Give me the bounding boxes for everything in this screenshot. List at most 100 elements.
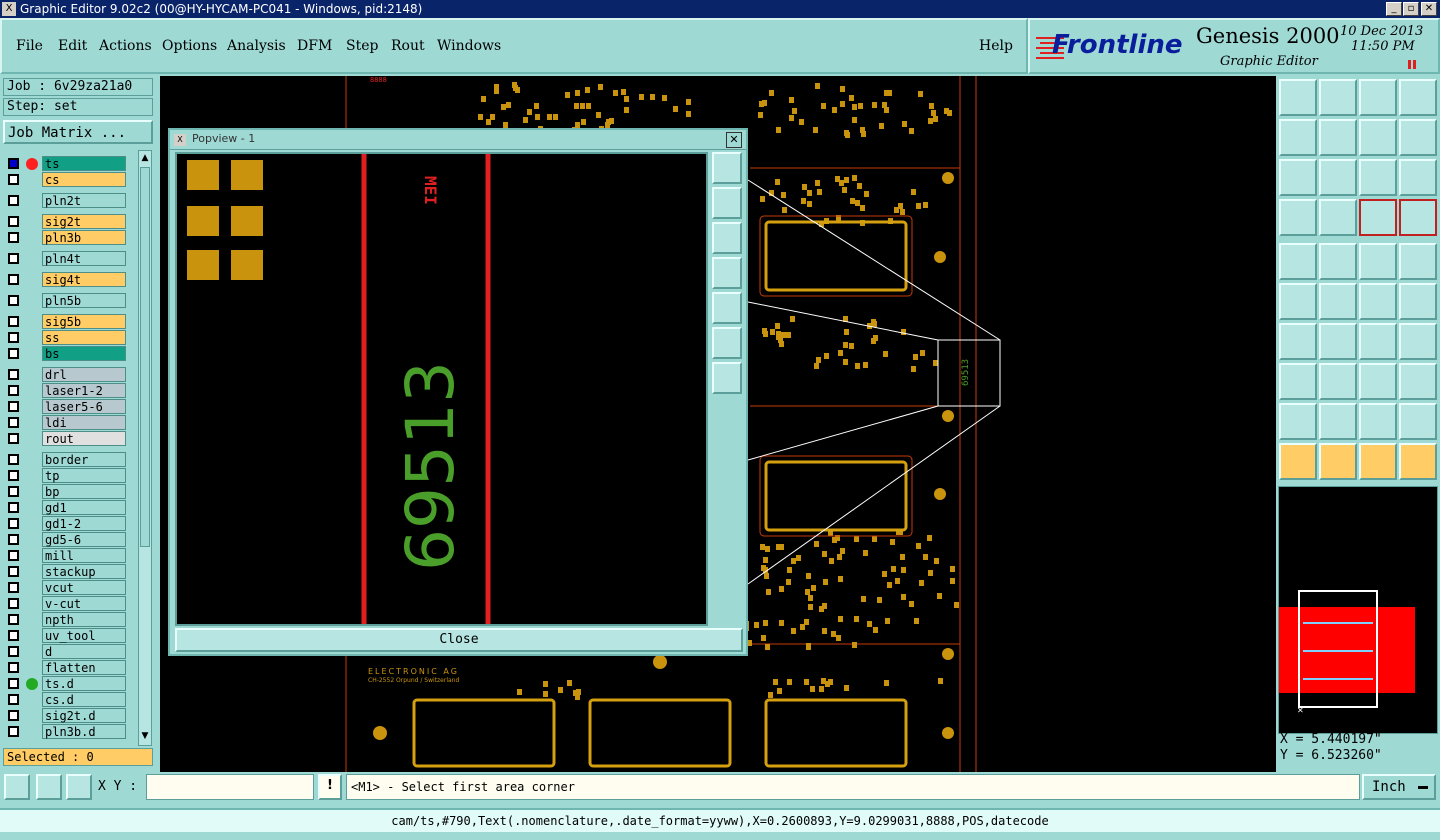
layer-name[interactable]: laser1-2 <box>42 383 126 398</box>
layer-name[interactable]: rout <box>42 431 126 446</box>
layer-name[interactable]: vcut <box>42 580 126 595</box>
measure-icon[interactable] <box>36 774 62 800</box>
popview-pan-down-icon[interactable] <box>712 222 742 254</box>
snap-point-icon[interactable] <box>1359 283 1397 320</box>
layer-checkbox[interactable] <box>8 598 19 609</box>
minimize-button[interactable]: _ <box>1386 2 1402 16</box>
layer-checkbox[interactable] <box>8 216 19 227</box>
grid-icon[interactable] <box>1319 199 1357 236</box>
layer-checkbox[interactable] <box>8 566 19 577</box>
layer-checkbox[interactable] <box>8 369 19 380</box>
menu-actions[interactable]: Actions <box>99 38 152 54</box>
layer-checkbox[interactable] <box>8 630 19 641</box>
layer-row[interactable]: laser5-6 <box>6 399 126 415</box>
layer-name[interactable]: flatten <box>42 660 126 675</box>
zoom-out-icon[interactable] <box>1319 119 1357 156</box>
zoom-window-icon[interactable] <box>4 774 30 800</box>
layer-name[interactable]: ts.d <box>42 676 126 691</box>
layer-name[interactable]: pln5b <box>42 293 126 308</box>
maximize-button[interactable]: ▫ <box>1403 2 1419 16</box>
layer-name[interactable]: npth <box>42 612 126 627</box>
layer-row[interactable]: rout <box>6 431 126 447</box>
layer-row[interactable]: sig2t <box>6 214 126 230</box>
popview-close-button[interactable]: Close <box>175 628 743 652</box>
layer-checkbox[interactable] <box>8 694 19 705</box>
layer-checkbox[interactable] <box>8 710 19 721</box>
layer-row[interactable]: bs <box>6 346 126 362</box>
layer-row[interactable]: sig4t <box>6 272 126 288</box>
select-box-icon[interactable] <box>1319 443 1357 480</box>
layer-row[interactable]: vcut <box>6 580 126 596</box>
pause-icon[interactable] <box>1408 60 1416 69</box>
layer-checkbox[interactable] <box>8 433 19 444</box>
alert-icon[interactable]: ! <box>318 774 342 800</box>
layer-name[interactable]: bp <box>42 484 126 499</box>
layer-name[interactable]: sig5b <box>42 314 126 329</box>
layer-checkbox[interactable] <box>8 385 19 396</box>
layer-row[interactable]: ts <box>6 156 126 172</box>
layer-checkbox[interactable] <box>8 582 19 593</box>
layer-name[interactable]: uv_tool <box>42 628 126 643</box>
layer-row[interactable]: pln3b.d <box>6 724 126 740</box>
layer-name[interactable]: pln3b <box>42 230 126 245</box>
layer-name[interactable]: border <box>42 452 126 467</box>
center-icon[interactable] <box>1319 159 1357 196</box>
layer-name[interactable]: cs.d <box>42 692 126 707</box>
layer-name[interactable]: ldi <box>42 415 126 430</box>
layer-row[interactable]: gd1 <box>6 500 126 516</box>
layer-name[interactable]: d <box>42 644 126 659</box>
arc-icon[interactable] <box>1359 323 1397 360</box>
layer-row[interactable]: stackup <box>6 564 126 580</box>
overview-map[interactable]: ✕ <box>1278 486 1438 734</box>
move-pad-icon[interactable] <box>1279 363 1317 400</box>
menu-help[interactable]: Help <box>979 38 1013 54</box>
layer-row[interactable]: cs <box>6 172 126 188</box>
layer-row[interactable]: ldi <box>6 415 126 431</box>
undo-zoom-icon[interactable] <box>1359 119 1397 156</box>
layer-row[interactable]: drl <box>6 367 126 383</box>
layer-checkbox[interactable] <box>8 232 19 243</box>
layer-row[interactable]: cs.d <box>6 692 126 708</box>
add-line-icon[interactable] <box>1319 243 1357 280</box>
menu-dfm[interactable]: DFM <box>297 38 332 54</box>
layer-name[interactable]: pln2t <box>42 193 126 208</box>
layer-name[interactable]: sig2t <box>42 214 126 229</box>
menu-windows[interactable]: Windows <box>437 38 501 54</box>
scroll-up-icon[interactable]: ▲ <box>140 153 150 163</box>
layer-row[interactable]: ts.d <box>6 676 126 692</box>
popview-pan-left-icon[interactable] <box>712 257 742 289</box>
layer-name[interactable]: bs <box>42 346 126 361</box>
layer-name[interactable]: cs <box>42 172 126 187</box>
layer-checkbox[interactable] <box>8 550 19 561</box>
popview-pan-right-icon[interactable] <box>712 292 742 324</box>
popview-drawing[interactable]: MEI 69513 <box>177 154 706 624</box>
settings-icon[interactable] <box>1279 199 1317 236</box>
popview-close-icon[interactable]: ✕ <box>726 132 742 148</box>
layer-checkbox[interactable] <box>8 174 19 185</box>
group-icon[interactable] <box>1399 363 1437 400</box>
layer-checkbox[interactable] <box>8 332 19 343</box>
layer-row[interactable]: gd1-2 <box>6 516 126 532</box>
layer-row[interactable]: sig5b <box>6 314 126 330</box>
text-tool-icon[interactable] <box>1399 323 1437 360</box>
layer-checkbox[interactable] <box>8 401 19 412</box>
save-icon[interactable] <box>1319 79 1357 116</box>
layer-row[interactable]: d <box>6 644 126 660</box>
select-arrow-icon[interactable] <box>1359 443 1397 480</box>
menu-file[interactable]: File <box>16 38 43 54</box>
layer-checkbox[interactable] <box>8 486 19 497</box>
snap-grid-icon[interactable] <box>66 774 92 800</box>
popview-fit-icon[interactable] <box>712 327 742 359</box>
home-view-icon[interactable] <box>1359 79 1397 116</box>
layer-checkbox[interactable] <box>8 274 19 285</box>
layer-compare-icon[interactable] <box>1359 199 1397 236</box>
layer-name[interactable]: gd1-2 <box>42 516 126 531</box>
angle-icon[interactable] <box>1279 323 1317 360</box>
dash-icon[interactable] <box>1319 363 1357 400</box>
select-icon[interactable] <box>1279 443 1317 480</box>
layer-display-icon[interactable] <box>1399 199 1437 236</box>
layer-checkbox[interactable] <box>8 348 19 359</box>
layer-checkbox[interactable] <box>8 158 19 169</box>
layer-name[interactable]: drl <box>42 367 126 382</box>
layer-row[interactable]: bp <box>6 484 126 500</box>
